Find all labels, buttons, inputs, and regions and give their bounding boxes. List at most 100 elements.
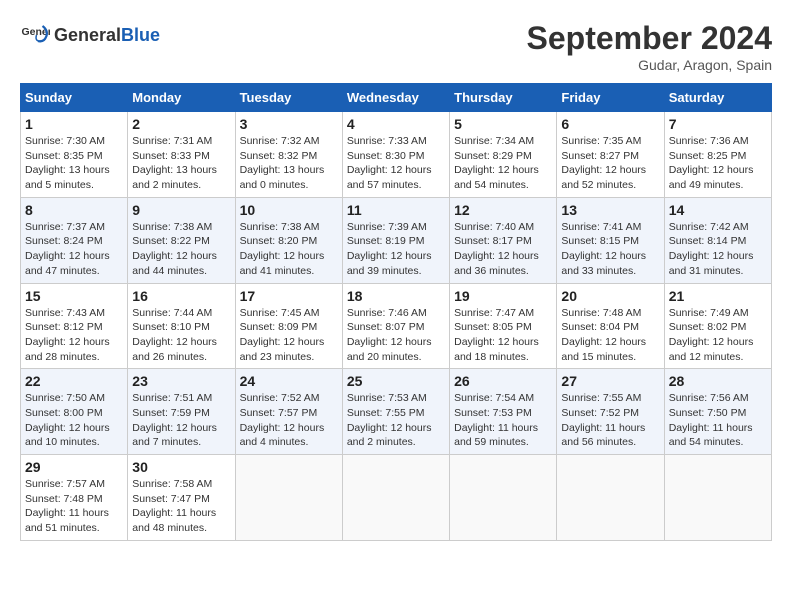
- day-detail: Sunrise: 7:37 AMSunset: 8:24 PMDaylight:…: [25, 220, 123, 279]
- day-number: 23: [132, 373, 230, 389]
- day-number: 5: [454, 116, 552, 132]
- calendar-cell: 15Sunrise: 7:43 AMSunset: 8:12 PMDayligh…: [21, 283, 128, 369]
- calendar-table: SundayMondayTuesdayWednesdayThursdayFrid…: [20, 83, 772, 541]
- calendar-cell: 25Sunrise: 7:53 AMSunset: 7:55 PMDayligh…: [342, 369, 449, 455]
- calendar-cell: 5 Sunrise: 7:34 AMSunset: 8:29 PMDaylight…: [450, 112, 557, 198]
- day-detail: Sunrise: 7:50 AMSunset: 8:00 PMDaylight:…: [25, 391, 123, 450]
- logo-general: General: [54, 25, 121, 45]
- calendar-week-row: 8Sunrise: 7:37 AMSunset: 8:24 PMDaylight…: [21, 197, 772, 283]
- calendar-week-row: 29 Sunrise: 7:57 AMSunset: 7:48 PMDayligh…: [21, 455, 772, 541]
- page-header: General GeneralBlue September 2024 Gudar…: [20, 20, 772, 73]
- day-number: 28: [669, 373, 767, 389]
- calendar-cell: 12 Sunrise: 7:40 AMSunset: 8:17 PMDayligh…: [450, 197, 557, 283]
- calendar-header-row: SundayMondayTuesdayWednesdayThursdayFrid…: [21, 84, 772, 112]
- day-number: 22: [25, 373, 123, 389]
- month-year-title: September 2024: [527, 20, 772, 57]
- day-number: 21: [669, 288, 767, 304]
- day-number: 27: [561, 373, 659, 389]
- day-detail: Sunrise: 7:51 AMSunset: 7:59 PMDaylight:…: [132, 391, 230, 450]
- day-number: 4: [347, 116, 445, 132]
- day-detail: Sunrise: 7:38 AMSunset: 8:22 PMDaylight:…: [132, 220, 230, 279]
- calendar-cell: 14 Sunrise: 7:42 AMSunset: 8:14 PMDayligh…: [664, 197, 771, 283]
- column-header-friday: Friday: [557, 84, 664, 112]
- calendar-cell: 3 Sunrise: 7:32 AMSunset: 8:32 PMDaylight…: [235, 112, 342, 198]
- calendar-cell: 20Sunrise: 7:48 AMSunset: 8:04 PMDayligh…: [557, 283, 664, 369]
- day-detail: Sunrise: 7:40 AMSunset: 8:17 PMDaylight:…: [454, 220, 552, 279]
- calendar-cell: 22 Sunrise: 7:50 AMSunset: 8:00 PMDayligh…: [21, 369, 128, 455]
- day-number: 29: [25, 459, 123, 475]
- day-number: 1: [25, 116, 123, 132]
- location-subtitle: Gudar, Aragon, Spain: [527, 57, 772, 73]
- day-detail: Sunrise: 7:47 AMSunset: 8:05 PMDaylight:…: [454, 306, 552, 365]
- day-number: 25: [347, 373, 445, 389]
- day-detail: Sunrise: 7:44 AMSunset: 8:10 PMDaylight:…: [132, 306, 230, 365]
- day-number: 24: [240, 373, 338, 389]
- day-detail: Sunrise: 7:33 AMSunset: 8:30 PMDaylight:…: [347, 134, 445, 193]
- day-number: 2: [132, 116, 230, 132]
- day-detail: Sunrise: 7:57 AMSunset: 7:48 PMDaylight:…: [25, 477, 123, 536]
- column-header-wednesday: Wednesday: [342, 84, 449, 112]
- day-number: 11: [347, 202, 445, 218]
- calendar-cell: 30 Sunrise: 7:58 AMSunset: 7:47 PMDayligh…: [128, 455, 235, 541]
- logo-icon: General: [20, 20, 50, 50]
- day-number: 16: [132, 288, 230, 304]
- day-number: 6: [561, 116, 659, 132]
- day-detail: Sunrise: 7:56 AMSunset: 7:50 PMDaylight:…: [669, 391, 767, 450]
- day-detail: Sunrise: 7:55 AMSunset: 7:52 PMDaylight:…: [561, 391, 659, 450]
- calendar-cell: 16 Sunrise: 7:44 AMSunset: 8:10 PMDayligh…: [128, 283, 235, 369]
- day-detail: Sunrise: 7:34 AMSunset: 8:29 PMDaylight:…: [454, 134, 552, 193]
- day-number: 9: [132, 202, 230, 218]
- calendar-cell: 26 Sunrise: 7:54 AMSunset: 7:53 PMDayligh…: [450, 369, 557, 455]
- calendar-cell: 10 Sunrise: 7:38 AMSunset: 8:20 PMDayligh…: [235, 197, 342, 283]
- calendar-cell: 27 Sunrise: 7:55 AMSunset: 7:52 PMDayligh…: [557, 369, 664, 455]
- day-number: 10: [240, 202, 338, 218]
- calendar-cell: [557, 455, 664, 541]
- calendar-cell: 28 Sunrise: 7:56 AMSunset: 7:50 PMDayligh…: [664, 369, 771, 455]
- day-number: 26: [454, 373, 552, 389]
- column-header-saturday: Saturday: [664, 84, 771, 112]
- day-detail: Sunrise: 7:45 AMSunset: 8:09 PMDaylight:…: [240, 306, 338, 365]
- calendar-cell: 29 Sunrise: 7:57 AMSunset: 7:48 PMDayligh…: [21, 455, 128, 541]
- day-detail: Sunrise: 7:48 AMSunset: 8:04 PMDaylight:…: [561, 306, 659, 365]
- logo: General GeneralBlue: [20, 20, 160, 50]
- day-number: 7: [669, 116, 767, 132]
- day-detail: Sunrise: 7:49 AMSunset: 8:02 PMDaylight:…: [669, 306, 767, 365]
- logo-blue: Blue: [121, 25, 160, 45]
- day-number: 3: [240, 116, 338, 132]
- calendar-cell: 8Sunrise: 7:37 AMSunset: 8:24 PMDaylight…: [21, 197, 128, 283]
- day-number: 14: [669, 202, 767, 218]
- day-number: 19: [454, 288, 552, 304]
- day-detail: Sunrise: 7:54 AMSunset: 7:53 PMDaylight:…: [454, 391, 552, 450]
- day-detail: Sunrise: 7:52 AMSunset: 7:57 PMDaylight:…: [240, 391, 338, 450]
- day-number: 13: [561, 202, 659, 218]
- calendar-cell: 4 Sunrise: 7:33 AMSunset: 8:30 PMDaylight…: [342, 112, 449, 198]
- calendar-cell: 6 Sunrise: 7:35 AMSunset: 8:27 PMDaylight…: [557, 112, 664, 198]
- day-number: 30: [132, 459, 230, 475]
- day-detail: Sunrise: 7:39 AMSunset: 8:19 PMDaylight:…: [347, 220, 445, 279]
- day-detail: Sunrise: 7:41 AMSunset: 8:15 PMDaylight:…: [561, 220, 659, 279]
- day-detail: Sunrise: 7:35 AMSunset: 8:27 PMDaylight:…: [561, 134, 659, 193]
- calendar-cell: 1 Sunrise: 7:30 AMSunset: 8:35 PMDaylight…: [21, 112, 128, 198]
- calendar-cell: 24 Sunrise: 7:52 AMSunset: 7:57 PMDayligh…: [235, 369, 342, 455]
- day-number: 12: [454, 202, 552, 218]
- calendar-cell: [342, 455, 449, 541]
- day-detail: Sunrise: 7:58 AMSunset: 7:47 PMDaylight:…: [132, 477, 230, 536]
- calendar-cell: 2 Sunrise: 7:31 AMSunset: 8:33 PMDaylight…: [128, 112, 235, 198]
- day-detail: Sunrise: 7:30 AMSunset: 8:35 PMDaylight:…: [25, 134, 123, 193]
- day-detail: Sunrise: 7:42 AMSunset: 8:14 PMDaylight:…: [669, 220, 767, 279]
- calendar-cell: 9 Sunrise: 7:38 AMSunset: 8:22 PMDaylight…: [128, 197, 235, 283]
- calendar-cell: 19 Sunrise: 7:47 AMSunset: 8:05 PMDayligh…: [450, 283, 557, 369]
- calendar-cell: 13 Sunrise: 7:41 AMSunset: 8:15 PMDayligh…: [557, 197, 664, 283]
- calendar-week-row: 15Sunrise: 7:43 AMSunset: 8:12 PMDayligh…: [21, 283, 772, 369]
- calendar-week-row: 22 Sunrise: 7:50 AMSunset: 8:00 PMDayligh…: [21, 369, 772, 455]
- column-header-thursday: Thursday: [450, 84, 557, 112]
- day-detail: Sunrise: 7:32 AMSunset: 8:32 PMDaylight:…: [240, 134, 338, 193]
- day-detail: Sunrise: 7:31 AMSunset: 8:33 PMDaylight:…: [132, 134, 230, 193]
- calendar-cell: 17Sunrise: 7:45 AMSunset: 8:09 PMDayligh…: [235, 283, 342, 369]
- calendar-week-row: 1 Sunrise: 7:30 AMSunset: 8:35 PMDaylight…: [21, 112, 772, 198]
- logo-text: GeneralBlue: [54, 25, 160, 46]
- column-header-sunday: Sunday: [21, 84, 128, 112]
- day-number: 15: [25, 288, 123, 304]
- day-detail: Sunrise: 7:38 AMSunset: 8:20 PMDaylight:…: [240, 220, 338, 279]
- calendar-cell: 23 Sunrise: 7:51 AMSunset: 7:59 PMDayligh…: [128, 369, 235, 455]
